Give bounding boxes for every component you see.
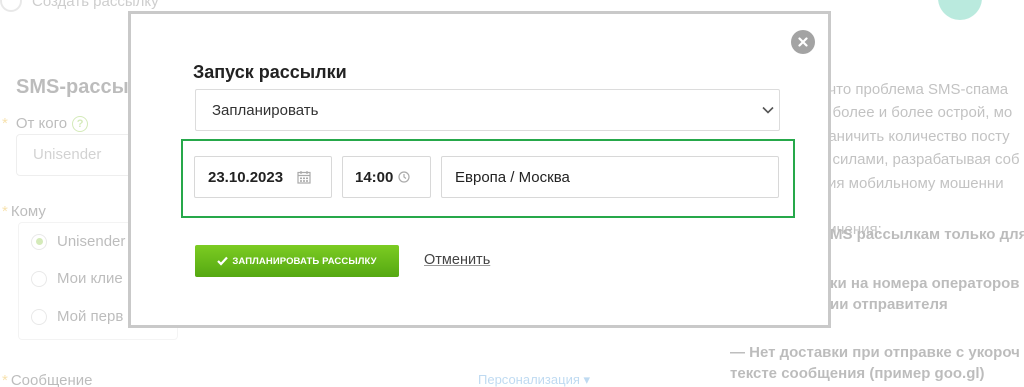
personalization-link[interactable]: Персонализация ▾: [478, 372, 590, 387]
restriction-line: ки на номера операторов: [830, 275, 1020, 292]
cancel-link[interactable]: Отменить: [424, 252, 490, 268]
restriction-line: — Нет доставки при отправке с укороч: [730, 344, 1020, 361]
schedule-campaign-label: ЗАПЛАНИРОВАТЬ РАССЫЛКУ: [232, 255, 377, 267]
time-input[interactable]: 14:00: [342, 156, 431, 198]
message-label: * Сообщение: [2, 372, 93, 387]
check-icon: [217, 256, 229, 266]
to-label: * Кому: [2, 203, 46, 220]
calendar-icon[interactable]: [297, 170, 311, 184]
from-label-text: От кого: [15, 115, 68, 132]
modal-title: Запуск рассылки: [193, 62, 347, 82]
recipient-option[interactable]: Unisender: [31, 233, 125, 250]
clock-icon[interactable]: [398, 171, 410, 183]
chat-widget-icon[interactable]: [938, 0, 982, 20]
launch-mode-select[interactable]: Запланировать: [195, 89, 780, 131]
close-icon: [798, 37, 808, 47]
recipient-option-label: Мой перв: [57, 308, 124, 325]
restriction-item: MS рассылкам только для: [830, 226, 1024, 243]
restriction-item: ки на номера операторов ии отправителя: [830, 273, 1020, 315]
timezone-select[interactable]: Европа / Москва: [441, 156, 779, 198]
back-button[interactable]: [0, 0, 22, 12]
recipient-option-label: Unisender: [57, 233, 126, 250]
radio-icon[interactable]: [31, 308, 47, 325]
info-line: вия мобильному мошенни: [820, 174, 1004, 192]
section-title: SMS-рассы: [16, 76, 129, 98]
date-value: 23.10.2023: [208, 168, 284, 186]
radio-icon[interactable]: [31, 270, 47, 287]
recipient-option[interactable]: Мои клие: [31, 270, 123, 287]
chevron-down-icon: [762, 106, 774, 114]
timezone-value: Европа / Москва: [455, 168, 570, 186]
restriction-item: — Нет доставки при отправке с укороч тек…: [730, 342, 1020, 384]
close-button[interactable]: [791, 30, 815, 54]
launch-mode-value: Запланировать: [212, 101, 319, 119]
launch-campaign-modal: Запуск рассылки Запланировать 23.10.2023…: [128, 11, 831, 328]
date-input[interactable]: 23.10.2023: [194, 156, 332, 198]
radio-selected-icon[interactable]: [31, 233, 47, 250]
from-label: * От кого ?: [2, 115, 89, 132]
info-line: раничить количество посту: [820, 127, 1010, 145]
time-value: 14:00: [355, 168, 394, 186]
personalization-link-label: Персонализация: [478, 372, 580, 387]
help-icon[interactable]: ?: [72, 115, 89, 132]
info-text: , что проблема SMS-спама е более и более…: [820, 78, 1024, 242]
message-label-text: Сообщение: [10, 372, 93, 387]
info-line: [820, 195, 1024, 218]
info-line: е более и более острой, мо: [820, 104, 1013, 122]
info-line: , что проблема SMS-спама: [820, 81, 1009, 98]
info-line: и силами, разрабатывая соб: [820, 151, 1020, 169]
create-campaign-label: Создать рассылку: [32, 0, 159, 10]
to-label-text: Кому: [10, 203, 46, 220]
recipient-option-label: Мои клие: [57, 270, 123, 287]
recipient-option[interactable]: Мой перв: [31, 308, 123, 325]
schedule-campaign-button[interactable]: ЗАПЛАНИРОВАТЬ РАССЫЛКУ: [195, 245, 399, 277]
restriction-line: ии отправителя: [830, 296, 948, 313]
restriction-line: тексте сообщения (пример goo.gl): [730, 365, 985, 382]
